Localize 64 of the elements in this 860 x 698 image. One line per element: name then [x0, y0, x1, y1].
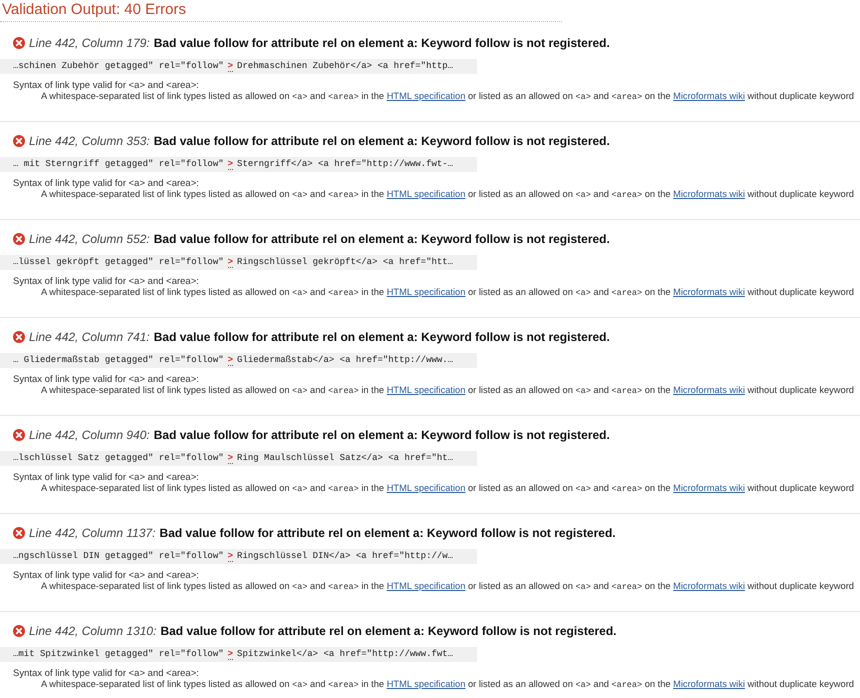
text-link[interactable]: HTML specification: [386, 189, 466, 199]
syntax-heading: Syntax of link type valid for <a> and <area>:: [13, 472, 200, 483]
page-title: Validation Output: 40 Errors: [0, 0, 562, 22]
syntax-heading: Syntax of link type valid for <a> and <area>:: [13, 570, 200, 581]
error-message: Bad value follow for attribute rel on element a: Keyword follow is not registered.: [154, 330, 610, 344]
text-link[interactable]: HTML specification: [386, 91, 466, 101]
syntax-description: A whitespace-separated list of link types listed as allowed on <a> and <area> in the HTML specification or listed as an allowed on <a> and <area> on the Microformats wiki without duplicate keyword: [41, 385, 855, 396]
syntax-heading: Syntax of link type valid for <a> and <area>:: [13, 374, 200, 385]
text-link[interactable]: HTML specification: [386, 581, 466, 591]
syntax-heading: Syntax of link type valid for <a> and <area>:: [13, 668, 200, 679]
source-extract: … Gliedermaßstab getagged" rel="follow": [13, 355, 224, 366]
error-location: Line 442, Column 1137:: [29, 526, 156, 540]
error-icon: [13, 429, 25, 441]
syntax-description: A whitespace-separated list of link types listed as allowed on <a> and <area> in the HTML specification or listed as an allowed on <a> and <area> on the Microformats wiki without duplicate keyword: [41, 287, 855, 298]
source-extract: …lschlüssel Satz getagged" rel="follow": [13, 453, 224, 464]
text-link[interactable]: Microformats wiki: [673, 287, 745, 297]
text-link[interactable]: HTML specification: [386, 287, 466, 297]
error-icon: [13, 527, 25, 539]
source-extract: Ringschlüssel gekröpft</a> <a href="htt…: [237, 257, 454, 268]
error-message: Bad value follow for attribute rel on element a: Keyword follow is not registered.: [154, 36, 610, 50]
source-extract: …schinen Zubehör getagged" rel="follow": [13, 61, 224, 72]
error-location: Line 442, Column 1310:: [29, 624, 156, 638]
text-link[interactable]: HTML specification: [386, 679, 466, 689]
source-extract: …mit Spitzwinkel getagged" rel="follow": [13, 649, 224, 660]
text-link[interactable]: Microformats wiki: [673, 483, 745, 493]
error-icon: [13, 331, 25, 343]
syntax-heading: Syntax of link type valid for <a> and <area>:: [13, 80, 200, 91]
syntax-description: A whitespace-separated list of link types listed as allowed on <a> and <area> in the HTML specification or listed as an allowed on <a> and <area> on the Microformats wiki without duplicate keyword: [41, 679, 855, 690]
text-link[interactable]: Microformats wiki: [673, 189, 745, 199]
error-location: Line 442, Column 179:: [29, 36, 150, 50]
error-icon: [13, 233, 25, 245]
source-extract: Drehmaschinen Zubehör</a> <a href="http…: [237, 61, 454, 72]
error-message: Bad value follow for attribute rel on element a: Keyword follow is not registered.: [154, 428, 610, 442]
source-extract: … mit Sterngriff getagged" rel="follow": [13, 159, 224, 170]
text-link[interactable]: Microformats wiki: [673, 91, 745, 101]
error-location: Line 442, Column 353:: [29, 134, 150, 148]
error-message: Bad value follow for attribute rel on element a: Keyword follow is not registered.: [154, 134, 610, 148]
source-extract: Ringschlüssel DIN</a> <a href="http://w…: [237, 551, 454, 562]
text-link[interactable]: Microformats wiki: [673, 679, 745, 689]
error-location: Line 442, Column 552:: [29, 232, 150, 246]
text-link[interactable]: Microformats wiki: [673, 581, 745, 591]
source-extract: …ngschlüssel DIN getagged" rel="follow": [13, 551, 224, 562]
error-message: Bad value follow for attribute rel on element a: Keyword follow is not registered.: [160, 526, 616, 540]
syntax-description: A whitespace-separated list of link types listed as allowed on <a> and <area> in the HTML specification or listed as an allowed on <a> and <area> on the Microformats wiki without duplicate keyword: [41, 91, 855, 102]
error-message: Bad value follow for attribute rel on element a: Keyword follow is not registered.: [154, 232, 610, 246]
syntax-heading: Syntax of link type valid for <a> and <area>:: [13, 276, 200, 287]
error-location: Line 442, Column 940:: [29, 428, 150, 442]
syntax-description: A whitespace-separated list of link types listed as allowed on <a> and <area> in the HTML specification or listed as an allowed on <a> and <area> on the Microformats wiki without duplicate keyword: [41, 581, 855, 592]
error-icon: [13, 37, 25, 49]
source-extract: Sterngriff</a> <a href="http://www.fwt-…: [237, 159, 454, 170]
syntax-description: A whitespace-separated list of link types listed as allowed on <a> and <area> in the HTML specification or listed as an allowed on <a> and <area> on the Microformats wiki without duplicate keyword: [41, 483, 855, 494]
error-icon: [13, 135, 25, 147]
source-extract: Spitzwinkel</a> <a href="http://www.fwt…: [237, 649, 454, 660]
error-message: Bad value follow for attribute rel on element a: Keyword follow is not registered.: [160, 624, 617, 638]
source-extract: …lüssel gekröpft getagged" rel="follow": [13, 257, 224, 268]
syntax-description: A whitespace-separated list of link types listed as allowed on <a> and <area> in the HTML specification or listed as an allowed on <a> and <area> on the Microformats wiki without duplicate keyword: [41, 189, 855, 200]
error-location: Line 442, Column 741:: [29, 330, 150, 344]
text-link[interactable]: HTML specification: [386, 483, 466, 493]
text-link[interactable]: HTML specification: [386, 385, 466, 395]
source-extract: Ring Maulschlüssel Satz</a> <a href="ht…: [237, 453, 454, 464]
error-icon: [13, 625, 25, 637]
syntax-heading: Syntax of link type valid for <a> and <area>:: [13, 178, 200, 189]
source-extract: Gliedermaßstab</a> <a href="http://www.…: [237, 355, 454, 366]
text-link[interactable]: Microformats wiki: [673, 385, 745, 395]
